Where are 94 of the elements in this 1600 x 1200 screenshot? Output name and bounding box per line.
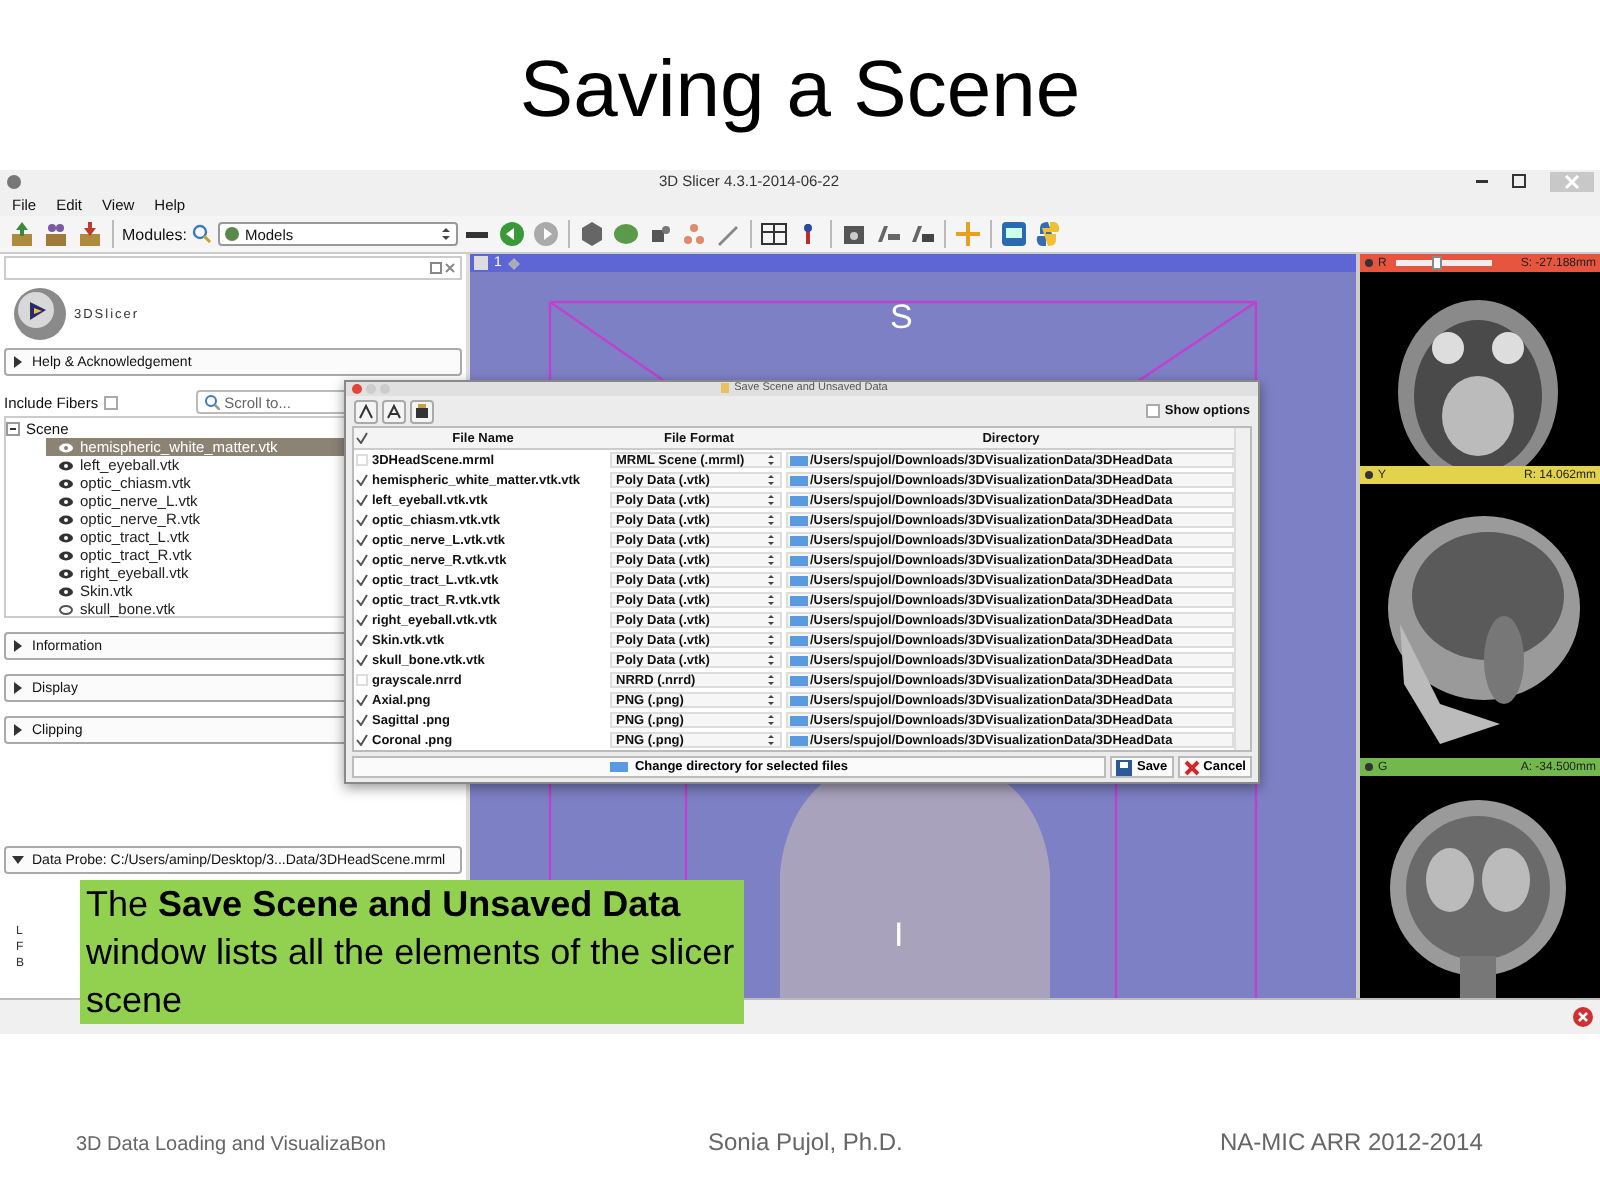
check-icon[interactable] [356,554,368,567]
pin-icon[interactable] [1364,762,1374,772]
sphere-logo-icon [12,286,68,342]
expanded-arrow-icon [10,852,26,868]
axis-label: I [894,916,904,956]
check-icon[interactable] [356,494,368,507]
box-download-icon[interactable] [76,220,104,248]
empty-checkbox-icon[interactable] [356,454,368,467]
spinner-icon [766,492,776,509]
back-arrow-icon[interactable] [498,220,527,248]
box-upload-icon[interactable] [8,220,36,248]
document-icon [720,382,731,395]
undock-icon[interactable] [430,262,442,274]
app-icon [6,173,22,189]
search-icon [204,394,221,410]
check-icon[interactable] [356,634,368,647]
check-icon[interactable] [356,594,368,607]
spinner-icon [766,692,776,709]
checkbox[interactable] [1146,404,1161,419]
spinner-icon [766,652,776,669]
spinner-icon [766,712,776,729]
pen-icon[interactable] [714,220,743,248]
spinner-icon [766,472,776,489]
blob-icon[interactable] [612,220,641,248]
check-icon[interactable] [356,574,368,587]
close-icon[interactable] [444,262,456,274]
layout-grid-icon[interactable] [760,220,789,248]
spinner-icon [766,572,776,589]
slider-thumb[interactable] [1431,256,1442,270]
search-icon [192,224,213,244]
eye-icon[interactable] [58,567,74,579]
check-icon[interactable] [356,514,368,527]
collapsed-arrow-icon [10,354,26,370]
check-icon[interactable] [356,432,368,445]
floppy-icon [1116,759,1133,776]
spinner-icon [766,732,776,749]
label-stack-icon[interactable] [908,220,937,248]
collapsed-arrow-icon [10,680,26,696]
pin-icon[interactable] [1364,470,1374,480]
check-icon[interactable] [356,694,368,707]
collapse-box-icon[interactable] [6,422,20,436]
cube-icon[interactable] [578,220,607,248]
module-icon [224,226,241,242]
collapsed-arrow-icon [10,638,26,654]
eye-icon[interactable] [58,531,74,543]
checkbox[interactable] [104,395,119,409]
folder-icon [610,760,629,775]
footer-text: Sonia Pujol, Ph.D. [706,1128,905,1156]
hollow-eye-icon[interactable] [58,603,74,615]
scrollbar[interactable] [1234,428,1250,751]
axis-label: S [890,298,913,338]
footer-text: 3D Data Loading and VisualizaBon [74,1134,388,1156]
close-circle-icon[interactable] [1572,1006,1594,1028]
camera-icon[interactable] [840,220,869,248]
spinner-icon [766,452,776,469]
screen-icon[interactable] [1000,220,1029,248]
eye-icon[interactable] [58,585,74,597]
check-icon[interactable] [356,614,368,627]
spinner-icon [766,532,776,549]
cancel-x-icon [1183,759,1200,776]
eye-icon[interactable] [58,477,74,489]
spinner-icon [766,672,776,689]
eye-icon[interactable] [58,459,74,471]
collapsed-arrow-icon [10,722,26,738]
eye-icon[interactable] [58,495,74,507]
callout-text: The Save Scene and Unsaved Data window lists all the elements of the slicer scene [80,880,744,1024]
spinner-icon [440,226,453,242]
modules-label: Modules: [122,225,187,243]
spinner-icon [766,592,776,609]
check-icon[interactable] [356,474,368,487]
check-icon[interactable] [356,654,368,667]
shapes-icon[interactable] [646,220,675,248]
check-icon[interactable] [356,534,368,547]
check-icon[interactable] [356,734,368,747]
maximize-button[interactable] [1512,174,1526,188]
minimize-button[interactable] [1476,179,1488,183]
spinner-icon [766,512,776,529]
dots-icon[interactable] [680,220,709,248]
check-icon[interactable] [356,714,368,727]
python-icon[interactable] [1034,220,1063,248]
pin-icon[interactable] [1364,258,1374,268]
slide-title: Saving a Scene [519,44,1081,136]
spinner-icon [766,552,776,569]
empty-checkbox-icon[interactable] [356,674,368,687]
label-icon[interactable] [874,220,903,248]
spinner-icon [766,612,776,629]
footer-text: NA-MIC ARR 2012-2014 [1218,1128,1485,1156]
spinner-icon [766,632,776,649]
package-icon[interactable] [410,399,434,424]
box-stack-icon[interactable] [42,220,70,248]
slice-slider[interactable] [1396,260,1493,266]
eye-icon[interactable] [58,513,74,525]
eye-icon[interactable] [58,549,74,561]
close-light[interactable] [352,383,362,394]
